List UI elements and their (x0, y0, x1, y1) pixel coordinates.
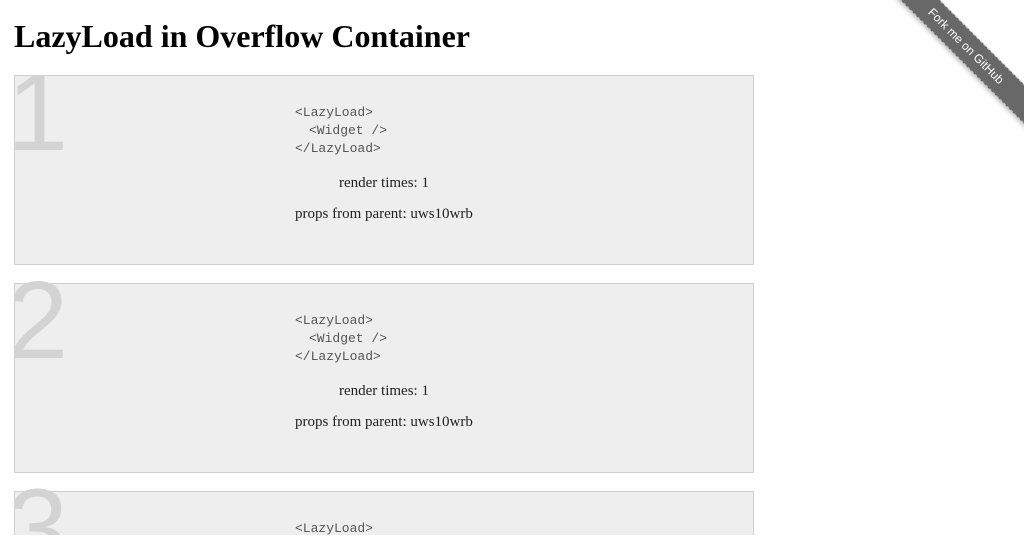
widget-content: <LazyLoad> <Widget /> </LazyLoad> render… (295, 510, 733, 535)
widget-card: 1 <LazyLoad> <Widget /> </LazyLoad> rend… (14, 75, 754, 265)
widget-index: 3 (14, 474, 68, 535)
page-title: LazyLoad in Overflow Container (0, 0, 1024, 65)
widget-content: <LazyLoad> <Widget /> </LazyLoad> render… (295, 94, 733, 223)
render-times: render times: 1 (295, 175, 733, 192)
widget-card: 3 <LazyLoad> <Widget /> </LazyLoad> rend… (14, 491, 754, 535)
code-line: <LazyLoad> (295, 312, 733, 330)
code-line: </LazyLoad> (295, 348, 733, 366)
code-line: <Widget /> (295, 122, 733, 140)
code-line: <Widget /> (295, 330, 733, 348)
github-ribbon: Fork me on GitHub (874, 0, 1024, 150)
widget-content: <LazyLoad> <Widget /> </LazyLoad> render… (295, 302, 733, 431)
overflow-container[interactable]: 1 <LazyLoad> <Widget /> </LazyLoad> rend… (14, 75, 754, 535)
code-snippet: <LazyLoad> <Widget /> </LazyLoad> (295, 312, 733, 367)
code-line: <LazyLoad> (295, 104, 733, 122)
props-from-parent: props from parent: uws10wrb (295, 206, 733, 223)
props-from-parent: props from parent: uws10wrb (295, 414, 733, 431)
code-line: </LazyLoad> (295, 140, 733, 158)
render-times: render times: 1 (295, 383, 733, 400)
widget-index: 2 (14, 266, 68, 376)
code-line: <LazyLoad> (295, 520, 733, 535)
widget-card: 2 <LazyLoad> <Widget /> </LazyLoad> rend… (14, 283, 754, 473)
code-snippet: <LazyLoad> <Widget /> </LazyLoad> (295, 104, 733, 159)
fork-github-link[interactable]: Fork me on GitHub (885, 0, 1024, 127)
widget-index: 1 (14, 75, 68, 168)
code-snippet: <LazyLoad> <Widget /> </LazyLoad> (295, 520, 733, 535)
